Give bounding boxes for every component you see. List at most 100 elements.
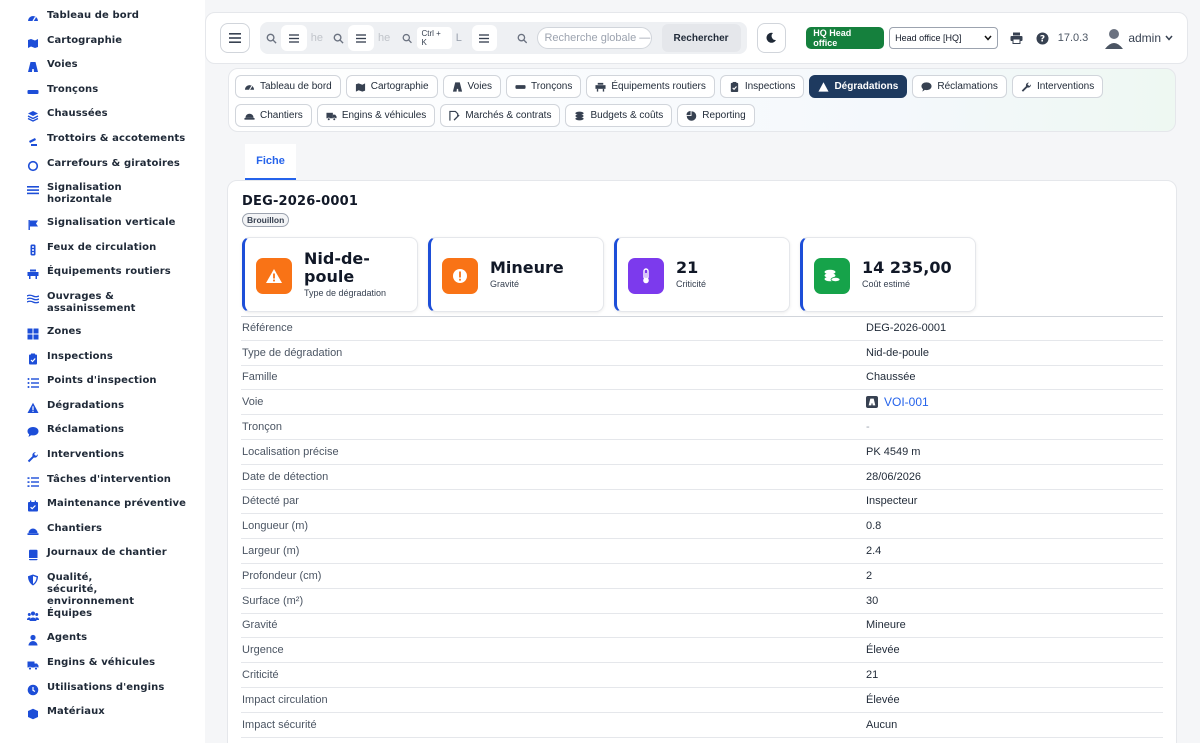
field-value: - (866, 421, 870, 434)
module-button[interactable]: Interventions (1011, 75, 1104, 98)
user-menu[interactable]: admin (1104, 27, 1173, 49)
mini-menu-button[interactable] (280, 25, 307, 51)
sidebar-item-13[interactable]: Inspections (0, 351, 205, 376)
flag-icon (26, 218, 40, 232)
sidebar-item-19[interactable]: Maintenance préventive (0, 498, 205, 523)
walk-icon (26, 134, 40, 148)
box-icon (26, 707, 40, 721)
coins-icon (574, 110, 585, 121)
sidebar-item-18[interactable]: Tâches d'intervention (0, 474, 205, 499)
sidebar-item-12[interactable]: Zones (0, 326, 205, 351)
sidebar-item-label: Réclamations (47, 424, 125, 436)
table-row: Largeur (m) 2.4 (241, 539, 1163, 564)
module-button[interactable]: Chantiers (235, 104, 312, 127)
sidebar-item-6[interactable]: Carrefours & giratoires (0, 158, 205, 183)
module-button[interactable]: Équipements routiers (586, 75, 715, 98)
mini-menu-button[interactable] (347, 25, 374, 51)
menu-toggle-button[interactable] (220, 23, 250, 53)
module-row-2: Chantiers Engins & véhicules Marchés & con… (235, 104, 1169, 127)
theme-toggle-button[interactable] (756, 23, 787, 53)
module-button[interactable]: Engins & véhicules (316, 104, 436, 127)
status-badge: Brouillon (242, 213, 290, 227)
barrier-icon (26, 267, 40, 281)
module-button[interactable]: Réclamations (912, 75, 1007, 98)
module-button[interactable]: Tableau de bord (235, 75, 341, 98)
company-select[interactable]: Head office [HQ] (889, 27, 999, 49)
sidebar-item-26[interactable]: Utilisations d'engins (0, 682, 205, 707)
clipboard-icon (26, 352, 40, 366)
table-row: Profondeur (cm) 2 (241, 564, 1163, 589)
sidebar-item-9[interactable]: Feux de circulation (0, 242, 205, 267)
list-icon (26, 376, 40, 390)
sidebar-item-10[interactable]: Équipements routiers (0, 266, 205, 291)
detail-table: Référence DEG-2026-0001 Type de dégradatio… (241, 316, 1163, 738)
help-icon: ? (1036, 32, 1049, 44)
mini-search-3[interactable]: Ctrl + K L (402, 27, 462, 49)
mini-search-1[interactable]: he (266, 25, 323, 51)
module-label: Reporting (702, 110, 746, 121)
module-label: Engins & véhicules (341, 110, 427, 121)
user-icon (26, 633, 40, 647)
module-button[interactable]: Marchés & contrats (440, 104, 561, 127)
sidebar-item-17[interactable]: Interventions (0, 449, 205, 474)
table-row: Détecté par Inspecteur (241, 490, 1163, 515)
field-label: Localisation précise (242, 445, 339, 458)
module-button[interactable]: Cartographie (345, 75, 438, 98)
sidebar-item-15[interactable]: Dégradations (0, 400, 205, 425)
sidebar-item-3[interactable]: Tronçons (0, 84, 205, 109)
field-value: Élevée (866, 693, 900, 706)
sidebar-item-0[interactable]: Tableau de bord (0, 10, 205, 35)
sidebar-item-11[interactable]: Ouvrages & assainissement (0, 291, 205, 326)
module-label: Cartographie (370, 81, 429, 92)
layers-icon (26, 109, 40, 123)
sidebar-item-label: Dégradations (47, 399, 125, 411)
sidebar-item-4[interactable]: Chaussées (0, 108, 205, 133)
sidebar-item-8[interactable]: Signalisation verticale (0, 217, 205, 242)
topbar: he he Ctrl + K L Recherche globale — c R… (205, 12, 1188, 64)
print-button[interactable] (1010, 31, 1024, 45)
mini-search-2[interactable]: he (333, 25, 390, 51)
sidebar-item-20[interactable]: Chantiers (0, 523, 205, 548)
field-label: Profondeur (cm) (242, 569, 322, 582)
module-label: Marchés & contrats (465, 110, 552, 121)
field-label: Impact sécurité (242, 718, 317, 731)
sidebar-item-14[interactable]: Points d'inspection (0, 375, 205, 400)
sidebar-item-21[interactable]: Journaux de chantier (0, 547, 205, 572)
tab-fiche[interactable]: Fiche (245, 144, 296, 180)
module-label: Interventions (1036, 81, 1095, 92)
sidebar-item-27[interactable]: Matériaux (0, 706, 205, 731)
sidebar-item-1[interactable]: Cartographie (0, 35, 205, 60)
voie-link[interactable]: VOI-001 (884, 395, 929, 409)
sidebar-item-22[interactable]: Qualité, sécurité, environnement (0, 572, 205, 608)
sidebar-item-16[interactable]: Réclamations (0, 424, 205, 449)
kpi-label: Coût estimé (862, 279, 911, 289)
table-row: Gravité Mineure (241, 614, 1163, 639)
sidebar-item-2[interactable]: Voies (0, 59, 205, 84)
field-value: DEG-2026-0001 (866, 322, 947, 335)
module-button[interactable]: Reporting (677, 104, 755, 127)
search-button[interactable]: Rechercher (661, 24, 741, 52)
module-button[interactable]: Dégradations (809, 75, 908, 98)
search-menu-button[interactable] (471, 25, 497, 51)
field-value: Aucun (866, 718, 898, 731)
sidebar-item-label: Trottoirs & accotements (47, 132, 186, 144)
chevron-down-icon (1165, 35, 1173, 41)
sidebar-item-24[interactable]: Agents (0, 632, 205, 657)
sidebar-item-7[interactable]: Signalisation horizontale (0, 182, 205, 217)
module-button[interactable]: Voies (442, 75, 502, 98)
global-search-input[interactable]: Recherche globale — c (537, 27, 652, 49)
sidebar-item-25[interactable]: Engins & véhicules (0, 657, 205, 682)
module-button[interactable]: Budgets & coûts (565, 104, 673, 127)
sidebar-item-label: Matériaux (47, 706, 105, 718)
sidebar-item-label: Carrefours & giratoires (47, 157, 180, 169)
module-button[interactable]: Tronçons (506, 75, 582, 98)
table-row: Famille Chaussée (241, 366, 1163, 391)
help-button[interactable]: ? (1036, 31, 1050, 45)
sidebar-item-23[interactable]: Équipes (0, 608, 205, 633)
field-value[interactable]: VOI-001 (866, 395, 929, 409)
module-button[interactable]: Inspections (719, 75, 805, 98)
warning-icon (26, 401, 40, 415)
sidebar-item-5[interactable]: Trottoirs & accotements (0, 133, 205, 158)
sidebar-item-label: Journaux de chantier (47, 547, 167, 559)
field-label: Famille (242, 371, 278, 384)
